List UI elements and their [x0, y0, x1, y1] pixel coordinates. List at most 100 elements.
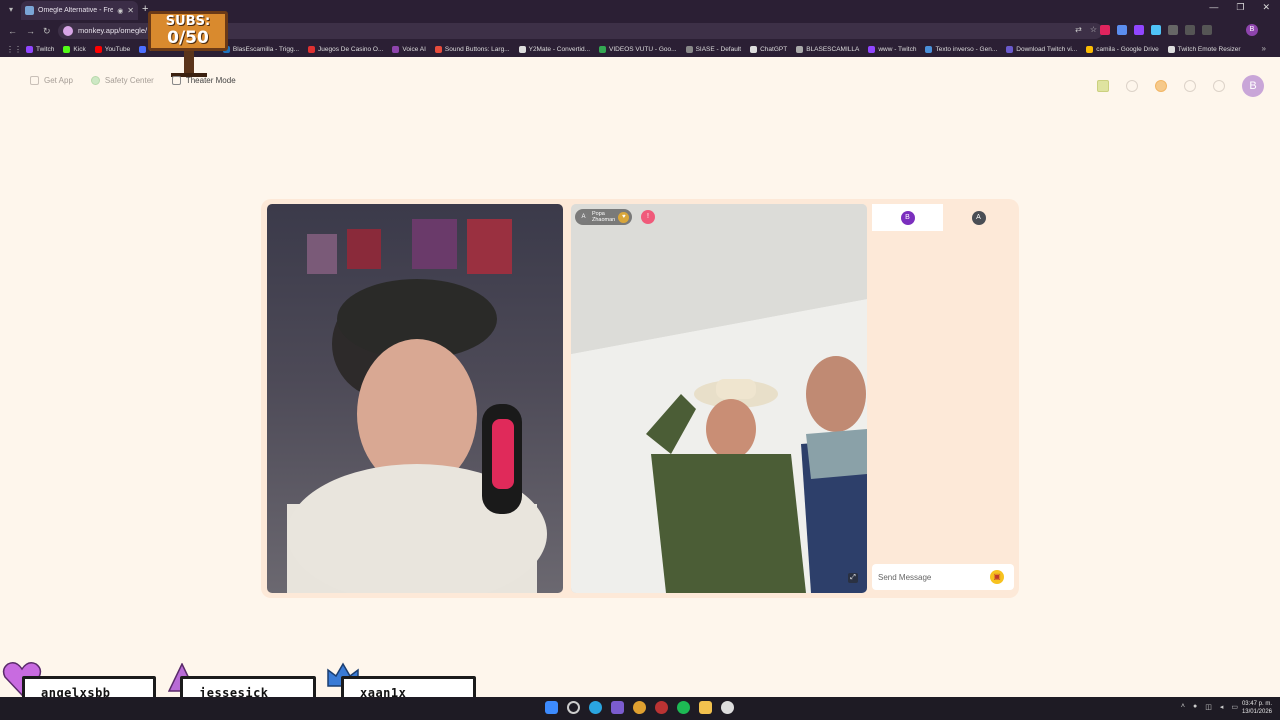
- bookmark-label: Download Twitch vi...: [1016, 46, 1078, 53]
- file-explorer-icon[interactable]: [699, 701, 712, 714]
- extensions-puzzle-icon[interactable]: [1168, 25, 1178, 35]
- bookmark-item[interactable]: camila - Google Drive: [1086, 46, 1159, 53]
- bookmark-favicon-icon: [925, 46, 933, 53]
- theater-mode-button[interactable]: Theater Mode: [171, 76, 236, 85]
- tab-audio-icon[interactable]: ◉: [117, 7, 123, 15]
- chrome-icon[interactable]: [633, 701, 646, 714]
- theater-mode-label: Theater Mode: [185, 76, 236, 85]
- chat-message-log[interactable]: [872, 231, 1014, 561]
- bookmark-star-icon[interactable]: ☆: [1090, 25, 1097, 34]
- bookmark-item[interactable]: Texto inverso - Gen...: [925, 46, 997, 53]
- bookmark-label: Texto inverso - Gen...: [935, 46, 998, 53]
- coin-icon[interactable]: [1155, 80, 1167, 92]
- chat-tab-self-avatar: B: [900, 210, 915, 225]
- bookmark-favicon-icon: [1006, 46, 1014, 53]
- get-app-link[interactable]: Get App: [30, 76, 73, 85]
- apps-grid-icon[interactable]: ⋮⋮: [6, 45, 22, 54]
- site-info-icon[interactable]: [63, 26, 73, 36]
- bookmark-item[interactable]: Juegos De Casino O...: [308, 46, 383, 53]
- maximize-icon[interactable]: ❐: [1236, 2, 1244, 13]
- extension-icon[interactable]: [1117, 25, 1127, 35]
- tab-close-icon[interactable]: ✕: [127, 6, 134, 15]
- bookmark-item[interactable]: YouTube: [94, 46, 130, 53]
- settings-icon[interactable]: [721, 701, 734, 714]
- tab-search-icon[interactable]: ▾: [5, 3, 17, 17]
- remote-user-name: Popa Zhaoman: [592, 211, 615, 223]
- bookmark-label: www - Twitch: [878, 46, 917, 53]
- bookmark-item[interactable]: Twitch Emote Resizer: [1167, 46, 1241, 53]
- edge-icon[interactable]: [589, 701, 602, 714]
- bookmark-item[interactable]: Voice AI: [392, 46, 426, 53]
- messages-icon[interactable]: [1213, 80, 1225, 92]
- chat-tab-partner-avatar: A: [971, 210, 986, 225]
- bookmark-item[interactable]: Y2Mate - Convertid...: [518, 46, 590, 53]
- bookmark-item[interactable]: Download Twitch vi...: [1006, 46, 1077, 53]
- taskbar-clock[interactable]: 03:47 p. m. 13/01/2026: [1242, 700, 1272, 716]
- extension-icon[interactable]: [1151, 25, 1161, 35]
- address-url[interactable]: monkey.app/omegle/: [78, 26, 147, 35]
- chat-tab-partner[interactable]: A: [943, 204, 1014, 231]
- remote-user-name-line2: Zhaoman: [592, 217, 616, 223]
- fullscreen-icon[interactable]: ⤢: [848, 573, 858, 583]
- history-icon[interactable]: [1184, 80, 1196, 92]
- search-icon[interactable]: [1126, 80, 1138, 92]
- minimize-icon[interactable]: —: [1209, 2, 1218, 13]
- app-header-actions: B: [1097, 75, 1264, 97]
- gems-icon[interactable]: [1097, 80, 1109, 92]
- bookmark-item[interactable]: Twitch: [26, 46, 54, 53]
- close-window-icon[interactable]: ✕: [1262, 2, 1270, 13]
- report-icon[interactable]: !: [641, 210, 655, 224]
- network-icon[interactable]: ◫: [1205, 703, 1212, 711]
- bookmark-item[interactable]: VIDEOS VUTU - Goo...: [599, 46, 677, 53]
- bookmark-item[interactable]: SIASE - Default: [685, 46, 742, 53]
- heart-icon[interactable]: ♥: [618, 211, 630, 223]
- bookmark-favicon-icon: [63, 46, 71, 53]
- volume-icon[interactable]: ◂: [1220, 703, 1224, 711]
- tab-title: Omegle Alternative - Free: [38, 7, 114, 14]
- bookmark-favicon-icon: [599, 46, 607, 53]
- bookmark-item[interactable]: ChatGPT: [750, 46, 787, 53]
- bookmark-item[interactable]: www - Twitch: [868, 46, 916, 53]
- bookmark-label: SIASE - Default: [695, 46, 742, 53]
- bookmark-item[interactable]: Kick: [63, 46, 86, 53]
- get-app-label: Get App: [44, 76, 73, 85]
- remote-user-badge[interactable]: A Popa Zhaoman ♥: [575, 209, 633, 225]
- microphone-icon[interactable]: ●: [1193, 703, 1197, 711]
- phone-icon: [30, 76, 39, 85]
- gift-icon[interactable]: ▣: [990, 570, 1004, 584]
- tray-overflow-icon[interactable]: ˄: [1181, 703, 1185, 711]
- bookmark-item[interactable]: BLASESCAMILLA: [796, 46, 859, 53]
- obs-icon[interactable]: [655, 701, 668, 714]
- forward-icon[interactable]: →: [26, 24, 35, 38]
- more-bookmarks-icon[interactable]: »: [1262, 44, 1266, 53]
- bookmark-label: Twitch: [36, 46, 55, 53]
- download-icon[interactable]: [1185, 25, 1195, 35]
- reload-icon[interactable]: ↻: [43, 24, 51, 38]
- bookmark-favicon-icon: [685, 46, 693, 53]
- bookmark-label: camila - Google Drive: [1096, 46, 1159, 53]
- clock-time: 03:47 p. m.: [1241, 701, 1272, 707]
- bookmark-label: Voice AI: [402, 46, 426, 53]
- chat-tab-self[interactable]: B: [872, 204, 943, 231]
- bookmark-label: BLASESCAMILLA: [806, 46, 860, 53]
- start-icon[interactable]: [545, 701, 558, 714]
- bookmark-item[interactable]: BlasEscamilla - Trigg...: [222, 46, 299, 53]
- user-avatar[interactable]: B: [1242, 75, 1264, 97]
- bookmark-label: Twitch Emote Resizer: [1177, 46, 1241, 53]
- bookmark-favicon-icon: [308, 46, 316, 53]
- search-icon[interactable]: [567, 701, 580, 714]
- clock-date: 13/01/2026: [1241, 709, 1272, 715]
- extension-icon[interactable]: [1100, 25, 1110, 35]
- bookmark-label: VIDEOS VUTU - Goo...: [609, 46, 677, 53]
- spotify-icon[interactable]: [677, 701, 690, 714]
- translate-icon[interactable]: ⇄: [1075, 25, 1082, 34]
- profile-avatar[interactable]: B: [1246, 24, 1258, 36]
- bookmark-item[interactable]: Sound Buttons: Larg...: [434, 46, 510, 53]
- browser-tab[interactable]: Omegle Alternative - Free ◉ ✕: [21, 1, 138, 20]
- safety-center-link[interactable]: Safety Center: [90, 76, 154, 85]
- discord-icon[interactable]: [611, 701, 624, 714]
- back-icon[interactable]: ←: [8, 24, 17, 38]
- battery-icon[interactable]: ▭: [1231, 703, 1238, 711]
- sidebar-icon[interactable]: [1202, 25, 1212, 35]
- extension-icon[interactable]: [1134, 25, 1144, 35]
